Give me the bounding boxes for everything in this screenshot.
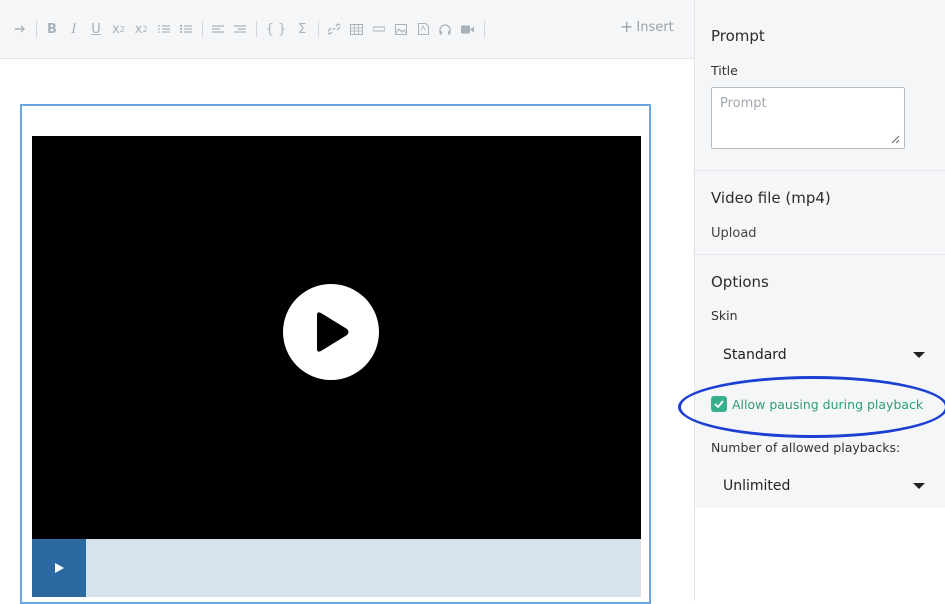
link-icon[interactable] bbox=[328, 19, 341, 39]
checkbox-checked-icon[interactable] bbox=[711, 396, 727, 412]
subscript-icon[interactable]: x2 bbox=[112, 19, 125, 39]
align-right-icon[interactable] bbox=[233, 19, 246, 39]
properties-panel: Prompt Title Video file (mp4) Upload Opt… bbox=[695, 0, 945, 508]
sigma-icon[interactable]: Σ bbox=[296, 19, 308, 39]
align-left-icon[interactable] bbox=[211, 19, 224, 39]
title-label: Title bbox=[711, 63, 738, 78]
editor-toolbar: B I U x2 x2 { } Σ bbox=[0, 0, 694, 59]
options-section-title: Options bbox=[711, 273, 769, 291]
video-screen[interactable] bbox=[32, 136, 641, 539]
horizontal-rule-icon[interactable] bbox=[373, 19, 386, 39]
editor-area: B I U x2 x2 { } Σ + Insert bbox=[0, 0, 695, 604]
ordered-list-icon[interactable] bbox=[157, 19, 170, 39]
video-file-section-title: Video file (mp4) bbox=[711, 189, 831, 207]
skin-select[interactable]: Standard bbox=[723, 343, 933, 367]
toolbar-separator bbox=[255, 21, 257, 37]
insert-button[interactable]: + Insert bbox=[620, 19, 674, 35]
skin-label: Skin bbox=[711, 308, 738, 323]
chevron-down-icon bbox=[913, 352, 925, 358]
table-icon[interactable] bbox=[350, 19, 364, 39]
toolbar-separator bbox=[484, 21, 486, 37]
skin-select-value: Standard bbox=[723, 347, 787, 363]
allowed-playbacks-value: Unlimited bbox=[723, 478, 791, 494]
panel-empty-area bbox=[695, 508, 945, 601]
upload-link[interactable]: Upload bbox=[711, 226, 757, 241]
allowed-playbacks-select[interactable]: Unlimited bbox=[723, 474, 933, 498]
pdf-icon[interactable] bbox=[417, 19, 429, 39]
prompt-section-title: Prompt bbox=[711, 27, 765, 45]
section-divider bbox=[695, 254, 945, 255]
toolbar-separator bbox=[201, 21, 203, 37]
video-player-frame[interactable] bbox=[20, 104, 651, 604]
chevron-down-icon bbox=[913, 483, 925, 489]
indent-arrow-icon[interactable] bbox=[14, 19, 26, 39]
image-icon[interactable] bbox=[395, 19, 408, 39]
plus-icon: + bbox=[620, 17, 634, 36]
underline-icon[interactable]: U bbox=[90, 19, 102, 39]
allowed-playbacks-label: Number of allowed playbacks: bbox=[711, 440, 901, 455]
video-controls-bar bbox=[32, 539, 641, 597]
toolbar-separator bbox=[36, 21, 37, 37]
allow-pausing-label: Allow pausing during playback bbox=[732, 396, 924, 412]
resize-grip-icon[interactable] bbox=[890, 134, 900, 144]
play-icon[interactable] bbox=[283, 284, 379, 380]
title-input[interactable] bbox=[711, 87, 905, 149]
allow-pausing-option[interactable]: Allow pausing during playback bbox=[711, 396, 923, 412]
video-camera-icon[interactable] bbox=[461, 19, 475, 39]
toolbar-separator bbox=[318, 21, 320, 37]
superscript-icon[interactable]: x2 bbox=[135, 19, 148, 39]
play-small-icon[interactable] bbox=[32, 539, 86, 597]
unordered-list-icon[interactable] bbox=[179, 19, 192, 39]
section-divider bbox=[695, 170, 945, 171]
bold-icon[interactable]: B bbox=[46, 19, 58, 39]
insert-label: Insert bbox=[636, 19, 674, 35]
braces-icon[interactable]: { } bbox=[266, 19, 287, 39]
italic-icon[interactable]: I bbox=[68, 19, 80, 39]
headphones-icon[interactable] bbox=[439, 19, 451, 39]
